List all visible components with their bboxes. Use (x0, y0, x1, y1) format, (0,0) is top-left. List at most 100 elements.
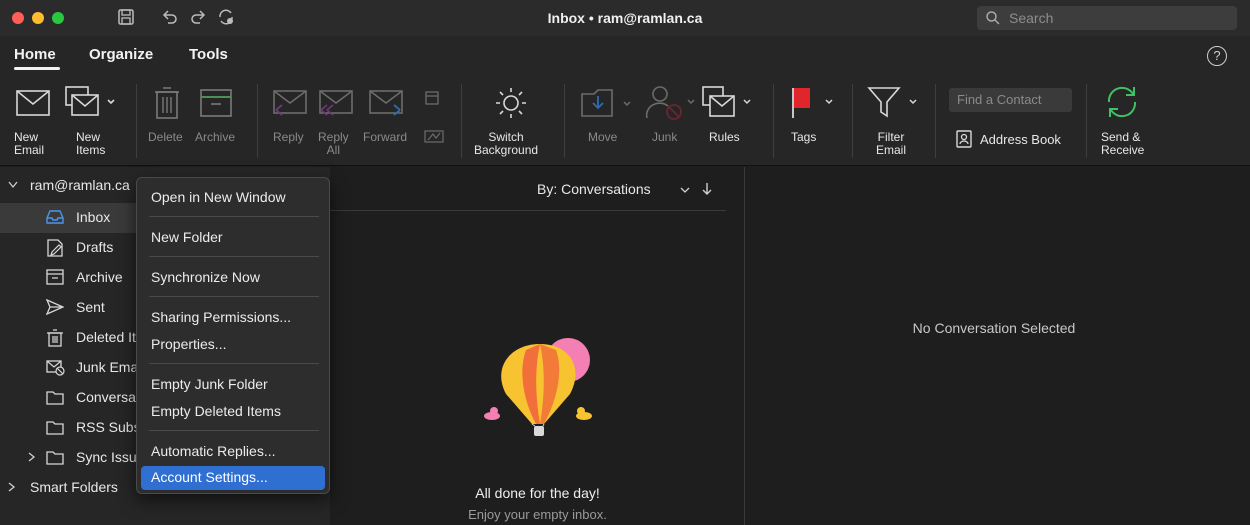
help-button[interactable]: ? (1207, 46, 1227, 66)
hot-air-balloon-illustration (484, 338, 592, 436)
menu-item-automatic-replies[interactable]: Automatic Replies... (141, 440, 325, 464)
new-email-button[interactable]: New Email (10, 76, 58, 166)
send-receive-label: Send & Receive (1101, 130, 1145, 157)
title-bar: Inbox • ram@ramlan.ca Search (0, 0, 1250, 36)
menu-separator (149, 363, 319, 364)
menu-item-sharing-permissions[interactable]: Sharing Permissions... (141, 306, 325, 330)
move-button: Move (574, 76, 636, 166)
ribbon-separator (564, 84, 565, 158)
new-email-label: New Email (14, 130, 45, 157)
reply-label: Reply (273, 130, 304, 144)
chevron-down-icon[interactable] (8, 181, 18, 189)
ribbon-separator (935, 84, 936, 158)
archive-icon (200, 89, 232, 117)
tab-home[interactable]: Home (14, 46, 56, 63)
ribbon-separator (257, 84, 258, 158)
archive-icon (46, 269, 64, 285)
rules-icon (702, 86, 751, 117)
address-book-icon (956, 130, 972, 148)
menu-separator (149, 256, 319, 257)
move-folder-icon (581, 89, 631, 117)
empty-inbox-title: All done for the day! (475, 485, 600, 501)
folder-label: Inbox (76, 209, 111, 225)
context-menu: Open in New Window New Folder Synchroniz… (136, 177, 330, 494)
menu-item-empty-deleted-items[interactable]: Empty Deleted Items (141, 400, 325, 424)
chevron-right-icon[interactable] (8, 482, 16, 492)
sort-direction-icon[interactable] (702, 182, 712, 196)
ribbon-tabs: Home Organize Tools ? (0, 36, 1250, 76)
send-receive-icon (1107, 86, 1137, 118)
folder-label: Drafts (76, 239, 114, 255)
send-receive-button[interactable]: Send & Receive (1096, 76, 1156, 166)
flag-icon (792, 88, 833, 118)
menu-separator (149, 430, 319, 431)
search-placeholder: Search (1009, 10, 1054, 26)
new-items-icon (65, 86, 115, 116)
trash-icon (47, 329, 63, 347)
switch-background-label: Switch Background (474, 130, 539, 157)
rules-button[interactable]: Rules (700, 76, 758, 166)
find-contact-input[interactable]: Find a Contact (949, 88, 1072, 112)
menu-item-properties[interactable]: Properties... (141, 333, 325, 357)
ribbon-toolbar: New Email New Items Delete Archive Reply… (0, 76, 1250, 166)
reply-all-button: Reply All (314, 76, 360, 166)
drafts-icon (47, 239, 63, 257)
search-icon (986, 11, 1000, 25)
new-items-button[interactable]: New Items (64, 76, 124, 166)
forward-label: Forward (363, 130, 408, 144)
folder-label: Sent (76, 299, 105, 315)
smart-folders-label: Smart Folders (30, 479, 118, 495)
reply-button: Reply (266, 76, 312, 166)
tags-label: Tags (791, 130, 817, 144)
active-tab-indicator (14, 67, 60, 70)
menu-item-open-in-new-window[interactable]: Open in New Window (141, 186, 325, 210)
filter-icon (867, 87, 917, 118)
ribbon-separator (852, 84, 853, 158)
junk-icon (645, 86, 695, 120)
filter-email-button[interactable]: Filter Email (862, 76, 926, 166)
tab-tools[interactable]: Tools (189, 46, 228, 63)
reply-all-label: Reply All (318, 130, 349, 157)
menu-item-empty-junk-folder[interactable]: Empty Junk Folder (141, 373, 325, 397)
sort-dropdown[interactable]: By: Conversations (537, 181, 651, 197)
chevron-right-icon[interactable] (28, 452, 36, 462)
address-book-label: Address Book (980, 132, 1061, 147)
ribbon-separator (773, 84, 774, 158)
folder-icon (46, 421, 64, 435)
search-field[interactable]: Search (977, 6, 1237, 30)
archive-label: Archive (195, 130, 236, 144)
menu-item-synchronize-now[interactable]: Synchronize Now (141, 266, 325, 290)
folder-label: Junk Email (76, 359, 145, 375)
ribbon-separator (136, 84, 137, 158)
folder-label: Archive (76, 269, 123, 285)
ribbon-separator (1086, 84, 1087, 158)
inbox-icon (46, 210, 64, 224)
switch-background-button[interactable]: Switch Background (470, 76, 552, 166)
menu-item-account-settings[interactable]: Account Settings... (141, 466, 325, 490)
tab-organize[interactable]: Organize (89, 46, 153, 63)
meeting-reply-icon (425, 91, 439, 105)
archive-button: Archive (193, 76, 243, 166)
junk-label: Junk (652, 130, 678, 144)
delete-button: Delete (144, 76, 190, 166)
account-label: ram@ramlan.ca (30, 177, 130, 193)
forward-button: Forward (362, 76, 452, 166)
message-list: By: Conversations All done for the day! … (330, 167, 745, 525)
sent-icon (46, 299, 64, 315)
attachment-icon (424, 130, 444, 143)
message-list-header: By: Conversations (330, 167, 726, 211)
chevron-down-icon[interactable] (680, 187, 690, 194)
folder-icon (46, 391, 64, 405)
ribbon-separator (461, 84, 462, 158)
junk-button: Junk (642, 76, 700, 166)
forward-icon (369, 90, 403, 116)
address-book-button[interactable]: Address Book (950, 124, 1076, 154)
reading-pane: No Conversation Selected (746, 167, 1250, 525)
new-items-label: New Items (76, 130, 106, 157)
tags-button[interactable]: Tags (782, 76, 840, 166)
menu-item-new-folder[interactable]: New Folder (141, 226, 325, 250)
menu-separator (149, 216, 319, 217)
move-label: Move (588, 130, 618, 144)
junk-email-icon (46, 360, 65, 376)
empty-inbox-subtitle: Enjoy your empty inbox. (468, 507, 607, 522)
